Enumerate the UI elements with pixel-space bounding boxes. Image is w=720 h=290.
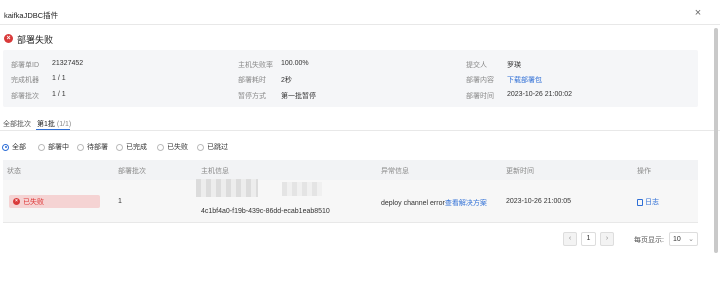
status-badge-label: 已失败 — [23, 198, 44, 206]
radio-icon — [116, 143, 123, 151]
radio-icon — [38, 143, 45, 151]
download-package-link[interactable]: 下载部署包 — [507, 75, 542, 85]
scrollbar-thumb[interactable] — [714, 28, 718, 253]
pause-label: 暂停方式 — [238, 93, 266, 100]
filter-pending[interactable]: 待部署 — [77, 142, 108, 152]
column-header-batch: 部署批次 — [118, 168, 146, 175]
deploy-time-label: 部署时间 — [466, 93, 494, 100]
row-host-id: 4c1bf4a0-f19b-439c-86dd-ecab1eab8510 — [201, 208, 330, 215]
tabs-divider — [0, 130, 720, 131]
host-ip-redacted — [196, 179, 258, 197]
tab-all-batches[interactable]: 全部批次 — [3, 119, 31, 129]
duration-value: 2秒 — [281, 77, 292, 84]
tab-batch-1-label: 第1批 — [37, 121, 55, 128]
error-icon: × — [13, 198, 20, 205]
batch-value: 1 / 1 — [52, 91, 66, 98]
row-error: deploy channel error查看解决方案 — [381, 198, 487, 208]
fail-rate-label: 主机失败率 — [238, 62, 273, 69]
chevron-down-icon: ⌄ — [688, 236, 694, 243]
column-header-host: 主机信息 — [201, 168, 229, 175]
pause-value: 第一批暂停 — [281, 93, 316, 100]
view-solution-link[interactable]: 查看解决方案 — [445, 200, 487, 207]
deploy-id-label: 部署单ID — [11, 62, 39, 69]
column-header-action: 操作 — [637, 168, 651, 175]
fail-rate-value: 100.00% — [281, 60, 309, 67]
row-updated: 2023-10-26 21:00:05 — [506, 198, 571, 205]
column-header-error: 异常信息 — [381, 168, 409, 175]
done-machines-value: 1 / 1 — [52, 75, 66, 82]
dialog-title: kaifkaJDBC插件 — [4, 11, 59, 20]
duration-label: 部署耗时 — [238, 77, 266, 84]
filter-all-label: 全部 — [12, 144, 26, 151]
host-name-redacted — [282, 182, 322, 196]
tab-batch-1-count: (1/1) — [56, 121, 72, 128]
filter-completed-label: 已完成 — [126, 144, 147, 151]
filter-deploying[interactable]: 部署中 — [38, 142, 69, 152]
log-button-label: 日志 — [645, 199, 659, 206]
filter-deploying-label: 部署中 — [48, 144, 69, 151]
column-header-updated: 更新时间 — [506, 168, 534, 175]
page-size-label: 每页显示: — [634, 237, 664, 244]
deploy-id-value: 21327452 — [52, 60, 84, 67]
document-icon — [637, 198, 643, 206]
radio-selected-icon — [2, 143, 9, 151]
radio-icon — [77, 143, 84, 151]
table-row — [3, 180, 698, 223]
submitter-value: 罗瑛 — [507, 62, 521, 69]
next-page-button[interactable]: › — [600, 232, 614, 246]
done-machines-label: 完成机器 — [11, 77, 39, 84]
prev-page-button[interactable]: ‹ — [563, 232, 577, 246]
log-button[interactable]: 日志 — [637, 197, 659, 207]
page-size-value: 10 — [673, 235, 681, 243]
status-title: 部署失败 — [17, 35, 54, 45]
radio-icon — [157, 143, 164, 151]
row-error-text: deploy channel error — [381, 200, 445, 207]
page-size-select[interactable]: 10 ⌄ — [669, 232, 698, 246]
filter-skipped[interactable]: 已跳过 — [197, 142, 228, 152]
filter-pending-label: 待部署 — [87, 144, 108, 151]
filter-skipped-label: 已跳过 — [207, 144, 228, 151]
status-badge: × 已失败 — [9, 195, 100, 208]
filter-failed-label: 已失败 — [167, 144, 188, 151]
error-icon: × — [4, 34, 13, 43]
batch-label: 部署批次 — [11, 93, 39, 100]
column-header-status: 状态 — [7, 168, 21, 175]
filter-completed[interactable]: 已完成 — [116, 142, 147, 152]
deploy-info-panel — [3, 50, 698, 107]
content-label: 部署内容 — [466, 77, 494, 84]
page-number-button[interactable]: 1 — [581, 232, 596, 246]
deploy-time-value: 2023-10-26 21:00:02 — [507, 91, 572, 98]
table-header — [3, 160, 698, 180]
submitter-label: 提交人 — [466, 62, 487, 69]
radio-icon — [197, 143, 204, 151]
tab-batch-1[interactable]: 第1批 (1/1) — [37, 119, 71, 129]
close-icon[interactable]: × — [693, 8, 703, 19]
header-divider — [0, 24, 720, 25]
filter-failed[interactable]: 已失败 — [157, 142, 188, 152]
filter-all[interactable]: 全部 — [2, 142, 26, 152]
row-batch: 1 — [118, 198, 122, 205]
